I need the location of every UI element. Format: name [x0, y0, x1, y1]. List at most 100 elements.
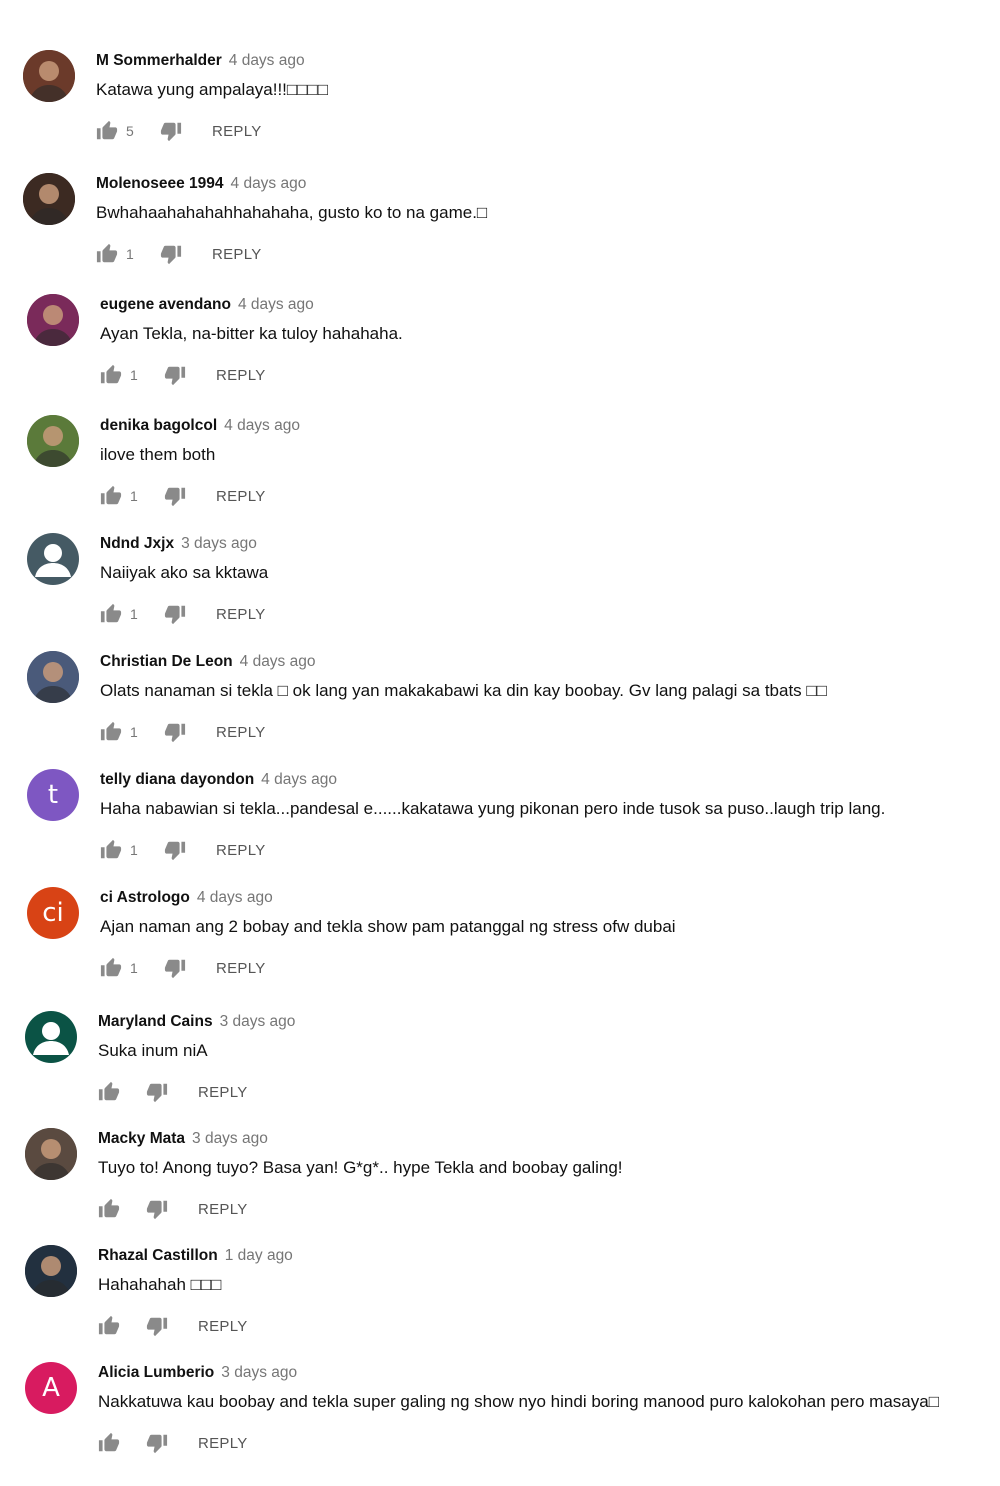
- like-count: 1: [130, 842, 138, 858]
- user-photo-avatar[interactable]: [27, 294, 79, 346]
- comment-timestamp[interactable]: 4 days ago: [261, 771, 337, 788]
- comment-author[interactable]: ci Astrologo: [100, 889, 190, 906]
- thumbs-down-icon[interactable]: [164, 364, 186, 386]
- reply-button[interactable]: REPLY: [198, 1318, 248, 1335]
- thumbs-down-icon[interactable]: [164, 603, 186, 625]
- letter-avatar[interactable]: t: [27, 769, 79, 821]
- comment-author[interactable]: Alicia Lumberio: [98, 1364, 214, 1381]
- comment-timestamp[interactable]: 4 days ago: [224, 417, 300, 434]
- user-photo-avatar[interactable]: [23, 50, 75, 102]
- thumbs-up-icon[interactable]: [98, 1315, 120, 1337]
- thumbs-up-icon[interactable]: [96, 120, 118, 142]
- comment-text: Ayan Tekla, na-bitter ka tuloy hahahaha.: [100, 324, 403, 343]
- thumbs-up-icon[interactable]: [98, 1432, 120, 1454]
- user-photo-avatar[interactable]: [27, 651, 79, 703]
- comment-header: telly diana dayondon 4 days ago: [100, 771, 337, 789]
- comment-header: Rhazal Castillon 1 day ago: [98, 1247, 293, 1265]
- thumbs-down-icon[interactable]: [160, 243, 182, 265]
- comment-timestamp[interactable]: 4 days ago: [238, 296, 314, 313]
- comment-timestamp[interactable]: 4 days ago: [229, 52, 305, 69]
- reply-button[interactable]: REPLY: [212, 123, 262, 140]
- thumbs-up-icon[interactable]: [98, 1081, 120, 1103]
- comment-author[interactable]: Ndnd Jxjx: [100, 535, 174, 552]
- thumbs-down-icon[interactable]: [146, 1315, 168, 1337]
- like-count: 1: [130, 606, 138, 622]
- comment-actions: 1 REPLY: [100, 957, 266, 979]
- comment-actions: 1 REPLY: [100, 364, 266, 386]
- comment-actions: 1 REPLY: [100, 603, 266, 625]
- reply-button[interactable]: REPLY: [212, 246, 262, 263]
- thumbs-up-icon[interactable]: [100, 839, 122, 861]
- reply-button[interactable]: REPLY: [216, 724, 266, 741]
- thumbs-down-icon[interactable]: [146, 1198, 168, 1220]
- comment: eugene avendano 4 days ago Ayan Tekla, na-…: [0, 292, 1000, 410]
- comment-header: ci Astrologo 4 days ago: [100, 889, 273, 907]
- comment-timestamp[interactable]: 3 days ago: [220, 1013, 296, 1030]
- comment-author[interactable]: Molenoseee 1994: [96, 175, 224, 192]
- comment-text: Ajan naman ang 2 bobay and tekla show pa…: [100, 917, 676, 936]
- comment-author[interactable]: M Sommerhalder: [96, 52, 222, 69]
- user-photo-avatar[interactable]: [23, 173, 75, 225]
- comment-author[interactable]: Christian De Leon: [100, 653, 233, 670]
- reply-button[interactable]: REPLY: [198, 1435, 248, 1452]
- comment-actions: 1 REPLY: [96, 243, 262, 265]
- comment-author[interactable]: Rhazal Castillon: [98, 1247, 218, 1264]
- comment-header: denika bagolcol 4 days ago: [100, 417, 300, 435]
- user-photo-avatar[interactable]: [27, 415, 79, 467]
- comment-timestamp[interactable]: 3 days ago: [221, 1364, 297, 1381]
- thumbs-up-icon[interactable]: [100, 485, 122, 507]
- comment-timestamp[interactable]: 4 days ago: [240, 653, 316, 670]
- letter-avatar[interactable]: A: [25, 1362, 77, 1414]
- comment-timestamp[interactable]: 4 days ago: [231, 175, 307, 192]
- comment-author[interactable]: Macky Mata: [98, 1130, 185, 1147]
- comment-actions: REPLY: [98, 1432, 248, 1454]
- reply-button[interactable]: REPLY: [216, 367, 266, 384]
- thumbs-down-icon[interactable]: [164, 839, 186, 861]
- comment-author[interactable]: Maryland Cains: [98, 1013, 213, 1030]
- comment-timestamp[interactable]: 4 days ago: [197, 889, 273, 906]
- user-photo-avatar[interactable]: [25, 1128, 77, 1180]
- comment-text: ilove them both: [100, 445, 216, 464]
- thumbs-up-icon[interactable]: [100, 603, 122, 625]
- reply-button[interactable]: REPLY: [216, 960, 266, 977]
- reply-button[interactable]: REPLY: [216, 606, 266, 623]
- comment-header: Alicia Lumberio 3 days ago: [98, 1364, 297, 1382]
- comment-actions: REPLY: [98, 1081, 248, 1103]
- comment-author[interactable]: eugene avendano: [100, 296, 231, 313]
- comment-author[interactable]: telly diana dayondon: [100, 771, 254, 788]
- like-count: 1: [130, 724, 138, 740]
- comment: Maryland Cains 3 days ago Suka inum niA REP…: [0, 1009, 1000, 1127]
- reply-button[interactable]: REPLY: [216, 842, 266, 859]
- default-user-avatar[interactable]: [27, 533, 79, 585]
- thumbs-down-icon[interactable]: [164, 957, 186, 979]
- comment-text: Olats nanaman si tekla □ ok lang yan mak…: [100, 681, 827, 700]
- comment-author[interactable]: denika bagolcol: [100, 417, 217, 434]
- like-count: 1: [130, 367, 138, 383]
- user-photo-avatar[interactable]: [25, 1245, 77, 1297]
- comment-actions: 1 REPLY: [100, 721, 266, 743]
- comment: Macky Mata 3 days ago Tuyo to! Anong tuyo?…: [0, 1126, 1000, 1244]
- comment-actions: REPLY: [98, 1198, 248, 1220]
- reply-button[interactable]: REPLY: [198, 1084, 248, 1101]
- thumbs-down-icon[interactable]: [146, 1081, 168, 1103]
- thumbs-down-icon[interactable]: [160, 120, 182, 142]
- comment: ci ci Astrologo 4 days ago Ajan naman ang 2…: [0, 885, 1000, 1003]
- thumbs-up-icon[interactable]: [100, 957, 122, 979]
- thumbs-up-icon[interactable]: [100, 721, 122, 743]
- reply-button[interactable]: REPLY: [216, 488, 266, 505]
- default-user-avatar[interactable]: [25, 1011, 77, 1063]
- thumbs-down-icon[interactable]: [146, 1432, 168, 1454]
- thumbs-down-icon[interactable]: [164, 721, 186, 743]
- letter-avatar[interactable]: ci: [27, 887, 79, 939]
- comment-timestamp[interactable]: 1 day ago: [225, 1247, 293, 1264]
- thumbs-up-icon[interactable]: [100, 364, 122, 386]
- comment-timestamp[interactable]: 3 days ago: [192, 1130, 268, 1147]
- comment-text: Nakkatuwa kau boobay and tekla super gal…: [98, 1392, 939, 1411]
- thumbs-up-icon[interactable]: [96, 243, 118, 265]
- like-count: 1: [126, 246, 134, 262]
- reply-button[interactable]: REPLY: [198, 1201, 248, 1218]
- comment-timestamp[interactable]: 3 days ago: [181, 535, 257, 552]
- thumbs-up-icon[interactable]: [98, 1198, 120, 1220]
- comment-header: M Sommerhalder 4 days ago: [96, 52, 305, 70]
- thumbs-down-icon[interactable]: [164, 485, 186, 507]
